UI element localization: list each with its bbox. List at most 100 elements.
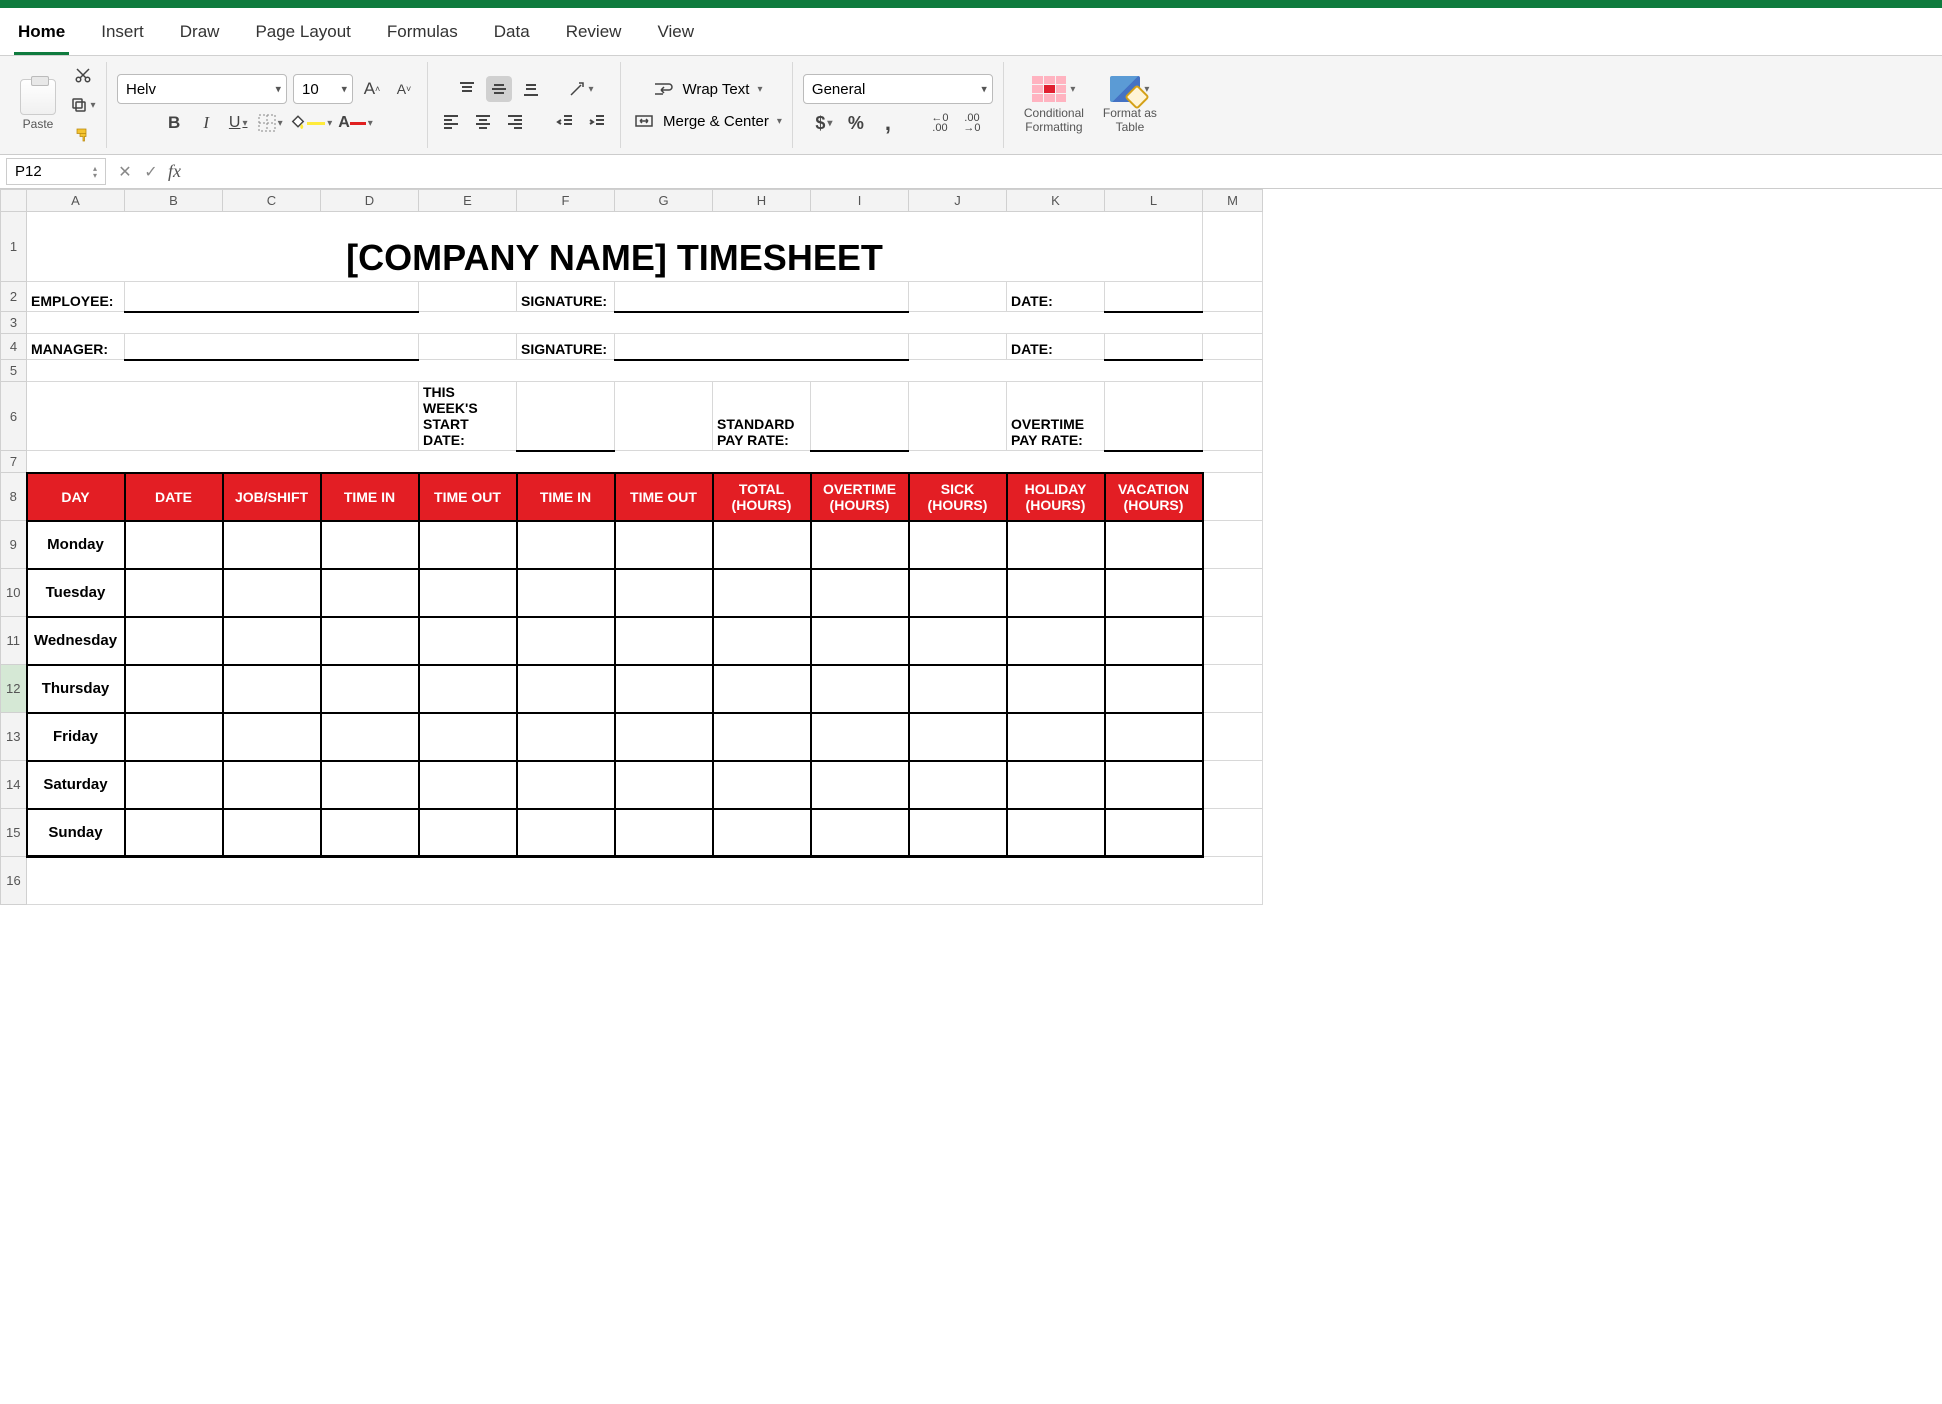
data-cell[interactable] [909, 809, 1007, 857]
data-cell[interactable] [615, 521, 713, 569]
data-cell[interactable] [419, 665, 517, 713]
col-header[interactable]: I [811, 190, 909, 212]
data-cell[interactable] [125, 617, 223, 665]
data-cell[interactable] [811, 761, 909, 809]
data-cell[interactable] [811, 617, 909, 665]
data-cell[interactable] [615, 617, 713, 665]
table-header[interactable]: TOTAL (HOURS) [713, 473, 811, 521]
data-cell[interactable] [321, 761, 419, 809]
tab-draw[interactable]: Draw [176, 16, 224, 55]
data-cell[interactable] [1007, 521, 1105, 569]
data-cell[interactable] [223, 617, 321, 665]
fill-color-icon[interactable]: ▾ [289, 110, 332, 136]
data-cell[interactable] [223, 665, 321, 713]
cancel-formula-icon[interactable]: ✕ [112, 162, 138, 182]
manager-label[interactable]: MANAGER: [27, 334, 125, 360]
col-header[interactable]: F [517, 190, 615, 212]
table-header[interactable]: SICK (HOURS) [909, 473, 1007, 521]
data-cell[interactable] [811, 665, 909, 713]
spreadsheet-grid[interactable]: A B C D E F G H I J K L M 1 [COMPANY NAM… [0, 189, 1942, 905]
std-rate-field[interactable] [811, 382, 909, 451]
data-cell[interactable] [125, 713, 223, 761]
font-family-select[interactable]: Helv [117, 74, 287, 104]
data-cell[interactable] [713, 617, 811, 665]
data-cell[interactable] [125, 569, 223, 617]
row-header[interactable]: 5 [1, 360, 27, 382]
ot-rate-field[interactable] [1105, 382, 1203, 451]
row-header[interactable]: 9 [1, 521, 27, 569]
data-cell[interactable] [1105, 617, 1203, 665]
cut-icon[interactable] [70, 62, 96, 88]
select-all-corner[interactable] [1, 190, 27, 212]
row-header[interactable]: 1 [1, 212, 27, 282]
col-header[interactable]: A [27, 190, 125, 212]
tab-view[interactable]: View [653, 16, 698, 55]
data-cell[interactable] [811, 521, 909, 569]
tab-data[interactable]: Data [490, 16, 534, 55]
data-cell[interactable] [517, 569, 615, 617]
paste-icon[interactable] [20, 79, 56, 115]
data-cell[interactable] [713, 521, 811, 569]
row-header[interactable]: 10 [1, 569, 27, 617]
wrap-text-label[interactable]: Wrap Text [682, 81, 749, 98]
row-header[interactable]: 13 [1, 713, 27, 761]
name-box-spinner[interactable]: ▴▾ [93, 165, 97, 179]
bold-icon[interactable]: B [161, 110, 187, 136]
align-right-icon[interactable] [502, 108, 528, 134]
tab-insert[interactable]: Insert [97, 16, 148, 55]
data-cell[interactable] [1105, 713, 1203, 761]
table-header[interactable]: HOLIDAY (HOURS) [1007, 473, 1105, 521]
data-cell[interactable] [419, 617, 517, 665]
date-field[interactable] [1105, 334, 1203, 360]
table-header[interactable]: TIME IN [321, 473, 419, 521]
format-painter-icon[interactable] [70, 122, 96, 148]
increase-decimal-icon[interactable]: ←0.00 [927, 110, 953, 136]
data-cell[interactable] [321, 521, 419, 569]
row-header[interactable]: 15 [1, 809, 27, 857]
data-cell[interactable] [909, 521, 1007, 569]
data-cell[interactable] [713, 809, 811, 857]
date-label[interactable]: DATE: [1007, 282, 1105, 312]
day-cell[interactable]: Tuesday [27, 569, 125, 617]
employee-label[interactable]: EMPLOYEE: [27, 282, 125, 312]
data-cell[interactable] [419, 713, 517, 761]
ot-rate-label[interactable]: OVERTIME PAY RATE: [1007, 382, 1105, 451]
row-header[interactable]: 2 [1, 282, 27, 312]
data-cell[interactable] [713, 569, 811, 617]
date-label[interactable]: DATE: [1007, 334, 1105, 360]
data-cell[interactable] [1105, 569, 1203, 617]
data-cell[interactable] [615, 809, 713, 857]
data-cell[interactable] [321, 713, 419, 761]
data-cell[interactable] [811, 809, 909, 857]
day-cell[interactable]: Monday [27, 521, 125, 569]
data-cell[interactable] [321, 665, 419, 713]
week-start-label[interactable]: THIS WEEK'S START DATE: [419, 382, 517, 451]
data-cell[interactable] [517, 521, 615, 569]
data-cell[interactable] [517, 761, 615, 809]
tab-page-layout[interactable]: Page Layout [251, 16, 354, 55]
comma-icon[interactable]: , [875, 110, 901, 136]
decrease-decimal-icon[interactable]: .00→0 [959, 110, 985, 136]
data-cell[interactable] [713, 713, 811, 761]
data-cell[interactable] [1105, 521, 1203, 569]
currency-icon[interactable]: $▾ [811, 110, 837, 136]
increase-indent-icon[interactable] [584, 108, 610, 134]
data-cell[interactable] [223, 761, 321, 809]
data-cell[interactable] [223, 809, 321, 857]
data-cell[interactable] [811, 569, 909, 617]
increase-font-icon[interactable]: A˄ [359, 76, 385, 102]
merge-center-label[interactable]: Merge & Center [663, 113, 769, 130]
table-header[interactable]: OVERTIME (HOURS) [811, 473, 909, 521]
font-size-select[interactable]: 10 [293, 74, 353, 104]
col-header[interactable]: E [419, 190, 517, 212]
table-header[interactable]: TIME OUT [419, 473, 517, 521]
row-header[interactable]: 6 [1, 382, 27, 451]
data-cell[interactable] [1007, 761, 1105, 809]
table-header[interactable]: DAY [27, 473, 125, 521]
table-header[interactable]: TIME OUT [615, 473, 713, 521]
data-cell[interactable] [223, 521, 321, 569]
data-cell[interactable] [615, 665, 713, 713]
tab-formulas[interactable]: Formulas [383, 16, 462, 55]
decrease-font-icon[interactable]: A˅ [391, 76, 417, 102]
data-cell[interactable] [321, 617, 419, 665]
